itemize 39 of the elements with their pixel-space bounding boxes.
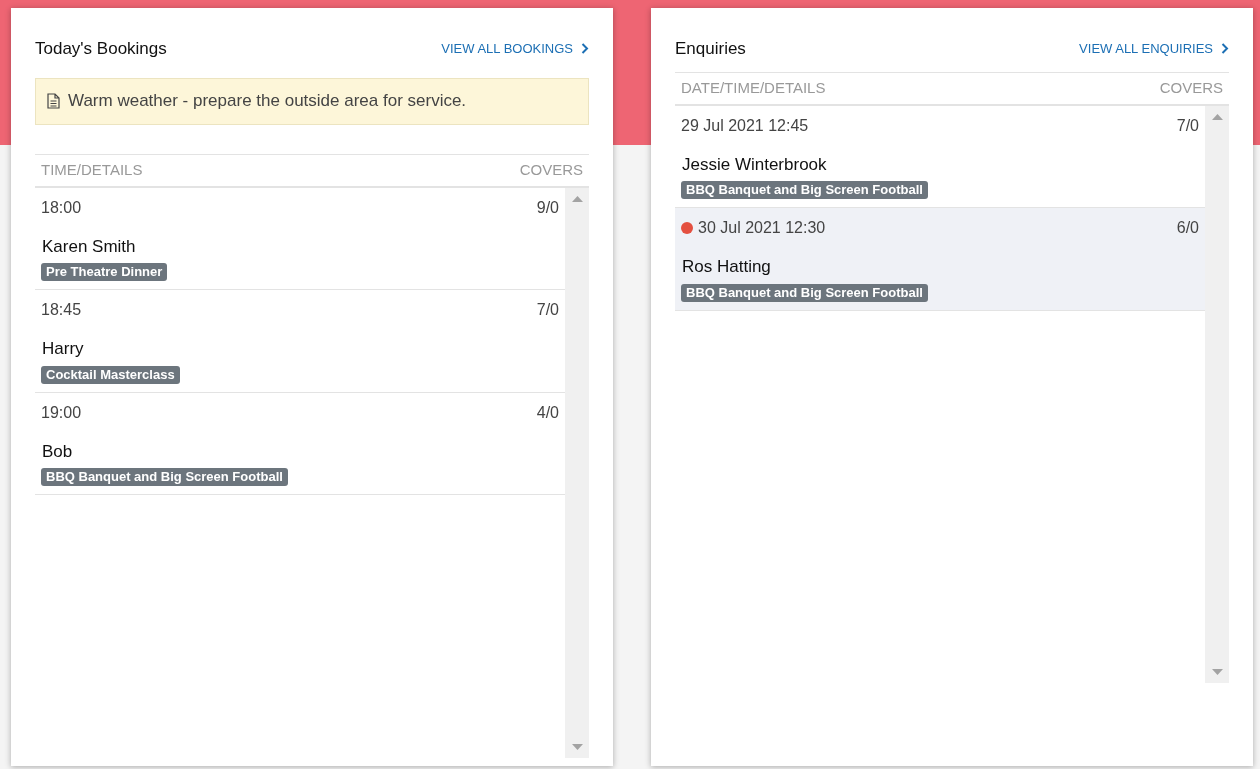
row-time: 18:00 — [41, 197, 82, 218]
chevron-right-icon — [581, 43, 589, 55]
guest-name: Karen Smith — [42, 235, 136, 258]
row-time: 30 Jul 2021 12:30 — [698, 218, 826, 238]
column-header: DATE/TIME/DETAILS — [681, 77, 826, 98]
column-header: COVERS — [1159, 77, 1223, 98]
panel-title: Enquiries — [675, 38, 746, 60]
scroll-up-icon[interactable] — [571, 195, 583, 202]
event-tag: BBQ Banquet and Big Screen Football — [681, 283, 928, 302]
guest-name: Ros Hatting — [682, 256, 771, 278]
row-covers: 7/0 — [536, 300, 559, 320]
note-text: Warm weather - prepare the outside area for service. — [68, 90, 467, 113]
guest-name: Bob — [42, 440, 73, 463]
view-all-link[interactable]: VIEW ALL ENQUIRIES — [1079, 39, 1229, 59]
scrollbar[interactable] — [1205, 105, 1229, 683]
scrollbar[interactable] — [565, 187, 589, 758]
row-time: 18:45 — [41, 300, 82, 320]
row-time: 19:00 — [41, 402, 82, 423]
column-header: TIME/DETAILS — [41, 159, 143, 180]
scroll-down-icon[interactable] — [571, 744, 583, 750]
event-tag: Pre Theatre Dinner — [41, 263, 168, 281]
scroll-up-icon[interactable] — [1211, 113, 1223, 120]
row-covers: 4/0 — [536, 402, 559, 423]
row-covers: 6/0 — [1176, 218, 1199, 238]
panel-title: Today's Bookings — [35, 38, 167, 60]
document-icon — [47, 93, 60, 109]
event-tag: BBQ Banquet and Big Screen Football — [681, 181, 928, 199]
event-tag: BBQ Banquet and Big Screen Football — [41, 468, 288, 486]
scroll-down-icon[interactable] — [1211, 668, 1223, 675]
guest-name: Jessie Winterbrook — [682, 153, 827, 176]
event-tag: Cocktail Masterclass — [41, 365, 180, 384]
column-header: COVERS — [519, 159, 583, 180]
guest-name: Harry — [42, 338, 84, 360]
chevron-right-icon — [1221, 43, 1229, 55]
list-row[interactable]: 30 Jul 2021 12:30 6/0 Ros Hatting BBQ Banquet and Big Screen Football — [675, 208, 1205, 311]
row-time: 29 Jul 2021 12:45 — [681, 115, 809, 136]
row-covers: 7/0 — [1176, 115, 1199, 136]
view-all-link[interactable]: VIEW ALL BOOKINGS — [441, 39, 589, 59]
row-covers: 9/0 — [536, 197, 559, 218]
